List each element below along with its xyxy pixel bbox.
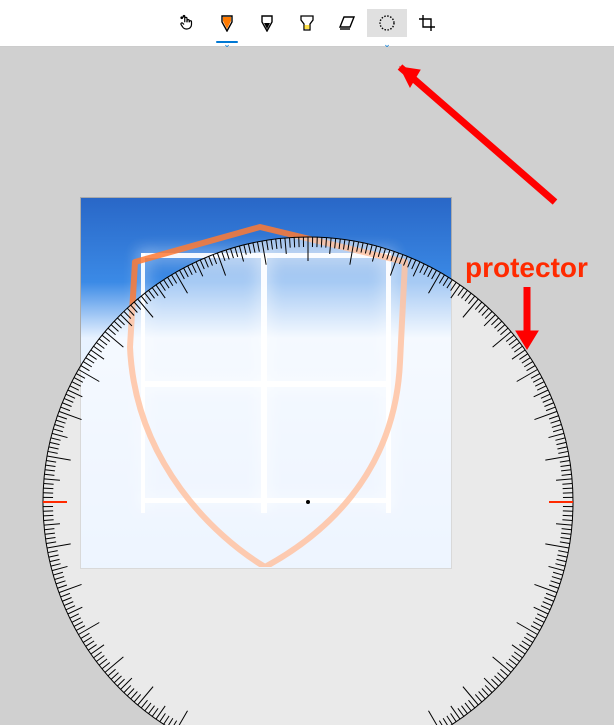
eraser-icon bbox=[338, 15, 356, 31]
touch-tool[interactable] bbox=[167, 9, 207, 37]
pencil-tool[interactable] bbox=[247, 9, 287, 37]
highlighter-icon bbox=[299, 14, 315, 32]
windows-logo bbox=[141, 253, 391, 503]
pencil-icon bbox=[260, 14, 274, 32]
pen-tool[interactable]: ⌄ bbox=[207, 9, 247, 37]
crop-icon bbox=[418, 14, 436, 32]
highlighter-tool[interactable] bbox=[287, 9, 327, 37]
ruler-tool[interactable]: ⌄ bbox=[367, 9, 407, 37]
annotation-label: protector bbox=[465, 252, 588, 284]
eraser-tool[interactable] bbox=[327, 9, 367, 37]
pen-icon bbox=[220, 14, 234, 32]
canvas-area[interactable]: protector bbox=[0, 47, 614, 725]
protractor-icon bbox=[378, 14, 396, 32]
toolbar-row: ⌄ ⌄ bbox=[0, 9, 614, 37]
crop-tool[interactable] bbox=[407, 9, 447, 37]
touch-icon bbox=[178, 14, 196, 32]
canvas-image bbox=[80, 197, 452, 569]
toolbar: ⌄ ⌄ bbox=[0, 0, 614, 47]
annotation-arrow-to-protractor bbox=[512, 287, 552, 357]
